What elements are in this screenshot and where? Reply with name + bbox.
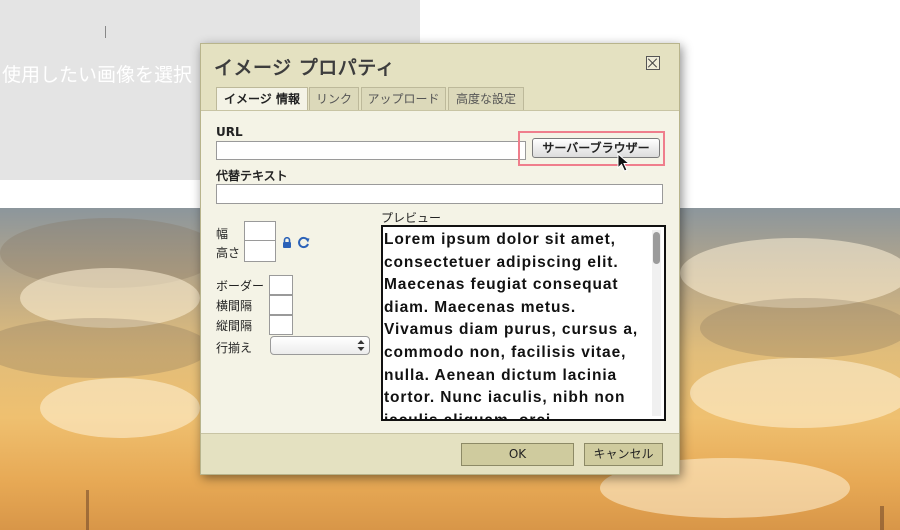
cloud — [700, 298, 900, 358]
alt-text-input[interactable] — [216, 184, 663, 204]
url-input[interactable] — [216, 141, 526, 160]
preview-label: プレビュー — [381, 211, 442, 225]
dialog-title: イメージ プロパティ — [214, 57, 396, 79]
cloud — [0, 318, 210, 378]
height-input[interactable] — [244, 240, 276, 262]
select-arrows-icon — [357, 340, 365, 351]
cloud — [690, 358, 900, 428]
text-caret — [105, 26, 106, 38]
width-label: 幅 — [216, 227, 229, 241]
align-select[interactable] — [270, 336, 370, 355]
hspace-label: 横間隔 — [216, 299, 253, 313]
url-label: URL — [216, 125, 243, 139]
close-icon[interactable] — [646, 56, 660, 70]
cloud — [40, 378, 200, 438]
preview-scrollbar[interactable] — [652, 230, 661, 416]
hspace-input[interactable] — [269, 295, 293, 315]
mouse-pointer-icon — [617, 153, 631, 172]
tower-silhouette — [86, 490, 89, 530]
ok-button[interactable]: OK — [461, 443, 574, 466]
image-properties-dialog: イメージ プロパティ イメージ 情報 リンク アップロード 高度な設定 URL … — [200, 43, 680, 475]
tower-silhouette — [880, 506, 884, 530]
reset-size-icon[interactable] — [297, 236, 310, 249]
tab-upload[interactable]: アップロード — [361, 87, 446, 110]
tab-image-info[interactable]: イメージ 情報 — [216, 87, 308, 111]
vspace-label: 縦間隔 — [216, 319, 253, 333]
preview-text: Lorem ipsum dolor sit amet, consectetuer… — [384, 231, 639, 421]
preview-pane[interactable]: Lorem ipsum dolor sit amet, consectetuer… — [381, 225, 666, 421]
editor-text: 使用したい画像を選択 — [2, 64, 193, 86]
align-label: 行揃え — [216, 341, 253, 355]
image-info-panel: URL サーバーブラウザー 代替テキスト 幅 高さ ボーダー 横間隔 縦間隔 行… — [201, 110, 679, 434]
cancel-button[interactable]: キャンセル — [584, 443, 663, 466]
server-browser-button[interactable]: サーバーブラウザー — [532, 138, 660, 158]
border-label: ボーダー — [216, 279, 265, 293]
tab-advanced[interactable]: 高度な設定 — [448, 87, 524, 110]
height-label: 高さ — [216, 246, 241, 260]
alt-text-label: 代替テキスト — [216, 169, 288, 183]
border-input[interactable] — [269, 275, 293, 295]
tab-link[interactable]: リンク — [309, 87, 359, 110]
vspace-input[interactable] — [269, 315, 293, 335]
lock-icon[interactable] — [282, 237, 292, 248]
preview-scrollbar-thumb[interactable] — [653, 232, 660, 264]
